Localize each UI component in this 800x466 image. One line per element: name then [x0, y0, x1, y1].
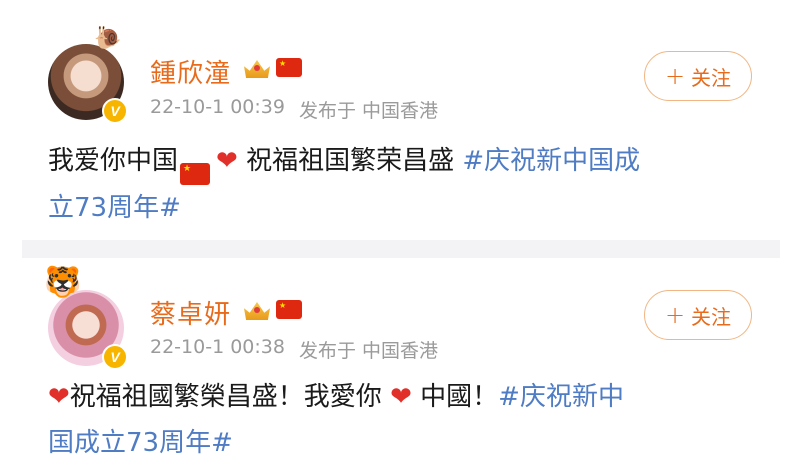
hashtag-link-cont[interactable]: 立73周年#: [48, 193, 181, 223]
heart-icon: ❤: [390, 382, 412, 412]
post-divider: [22, 240, 780, 258]
follow-button[interactable]: + 关注: [644, 51, 752, 101]
heart-icon: ❤: [216, 146, 238, 176]
author-avatar[interactable]: 🐯 V: [44, 268, 128, 370]
content-text: 我爱你中国: [48, 146, 179, 176]
author-badges: ★: [244, 298, 302, 320]
china-flag-icon: ★: [276, 299, 302, 319]
plus-icon: +: [664, 62, 686, 90]
china-flag-icon: ★: [276, 57, 302, 77]
heart-icon: ❤: [48, 382, 70, 412]
weibo-post: 🐌 V 鍾欣潼 ★ 22-10-1 00:39 发布于 中国香港 + 关注 我爱…: [0, 0, 800, 240]
tiger-pendant-icon: 🐯: [44, 265, 82, 300]
author-name[interactable]: 蔡卓妍: [150, 294, 231, 331]
post-location: 发布于 中国香港: [298, 100, 438, 122]
crown-icon: [244, 56, 270, 78]
plus-icon: +: [664, 301, 686, 329]
hashtag-link[interactable]: #庆祝新中国成: [462, 146, 640, 176]
china-flag-icon: ★: [180, 163, 211, 185]
post-timestamp: 22-10-1 00:38: [150, 336, 285, 358]
author-name[interactable]: 鍾欣潼: [150, 53, 231, 90]
crown-icon: [244, 298, 270, 320]
follow-label: 关注: [691, 304, 732, 329]
hashtag-link[interactable]: #庆祝新中: [498, 382, 624, 412]
follow-label: 关注: [691, 65, 732, 90]
content-text: 祝福祖國繁榮昌盛！我愛你: [69, 382, 382, 412]
verified-badge-icon: V: [102, 98, 128, 124]
avatar-pendant-icon: 🐌: [94, 26, 122, 51]
content-text-2: 中國！: [420, 382, 499, 412]
post-content: 我爱你中国 ★ ❤ 祝福祖国繁荣昌盛 #庆祝新中国成 立73周年#: [48, 138, 768, 231]
content-text-2: 祝福祖国繁荣昌盛: [246, 146, 455, 176]
weibo-post: 🐯 V 蔡卓妍 ★ 22-10-1 00:38 发布于 中国香港 + 关注 ❤祝…: [0, 258, 800, 460]
post-location: 发布于 中国香港: [298, 340, 438, 362]
post-timestamp: 22-10-1 00:39: [150, 96, 285, 118]
post-meta: 22-10-1 00:38 发布于 中国香港: [150, 336, 438, 363]
hashtag-link-cont[interactable]: 国成立73周年#: [48, 428, 233, 458]
post-content: ❤祝福祖國繁榮昌盛！我愛你 ❤ 中國！#庆祝新中 国成立73周年#: [48, 374, 768, 466]
verified-badge-icon: V: [102, 344, 128, 370]
author-badges: ★: [244, 56, 302, 78]
post-meta: 22-10-1 00:39 发布于 中国香港: [150, 96, 438, 123]
author-avatar[interactable]: 🐌 V: [48, 28, 128, 124]
follow-button[interactable]: + 关注: [644, 290, 752, 340]
